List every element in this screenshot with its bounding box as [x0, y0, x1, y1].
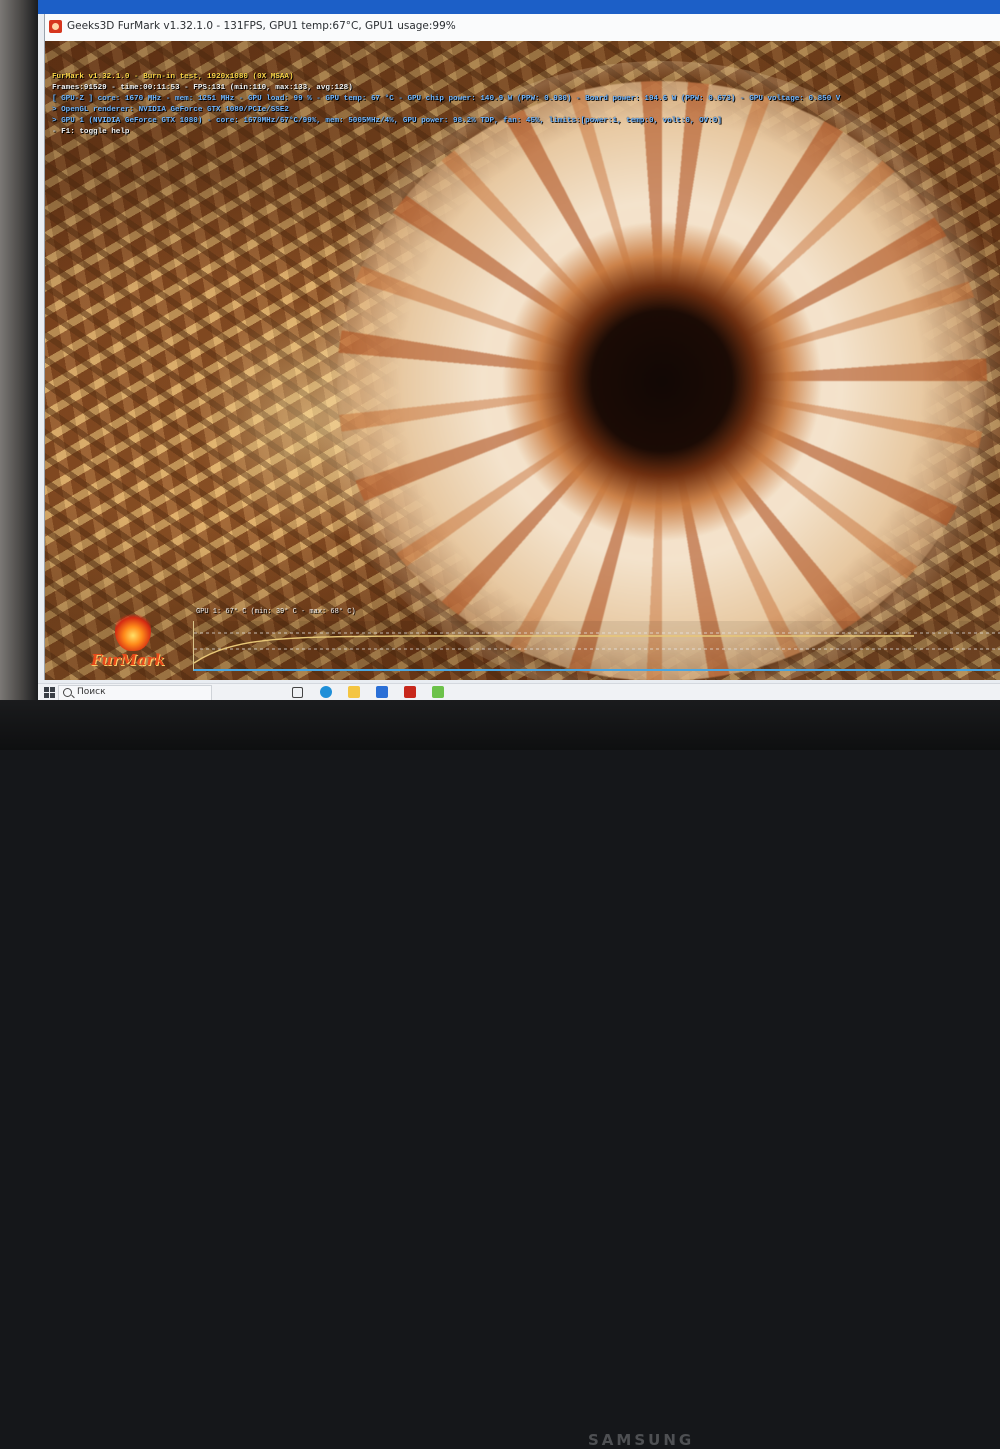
desktop-strip — [38, 0, 1000, 14]
app-icon[interactable] — [432, 686, 444, 698]
task-view-icon[interactable] — [292, 687, 303, 698]
gpu-temp-graph-svg — [194, 632, 1000, 664]
furmark-icon[interactable] — [404, 686, 416, 698]
mail-icon[interactable] — [376, 686, 388, 698]
gpu-temp-graph-label: GPU 1: 67° C (min: 39° C - max: 68° C) — [196, 608, 356, 616]
samsung-logo: SAMSUNG — [588, 1431, 695, 1449]
osd-gpuz-line: [ GPU-Z ] core: 1670 MHz - mem: 1251 MHz… — [52, 95, 841, 103]
osd-gpu1-line: > GPU 1 (NVIDIA GeForce GTX 1080) - core… — [52, 117, 722, 125]
osd-overlay: FurMark v1.32.1.0 - Burn-in test, 1920x1… — [52, 72, 840, 138]
window-title: Geeks3D FurMark v1.32.1.0 - 131FPS, GPU1… — [67, 20, 456, 32]
window-titlebar[interactable]: Geeks3D FurMark v1.32.1.0 - 131FPS, GPU1… — [45, 14, 1000, 42]
monitor-screen: Geeks3D FurMark v1.32.1.0 - 131FPS, GPU1… — [38, 0, 1000, 700]
windows-taskbar: Поиск — [38, 683, 1000, 700]
render-viewport[interactable]: FurMark v1.32.1.0 - Burn-in test, 1920x1… — [45, 41, 1000, 680]
osd-renderer-line: > OpenGL renderer: NVIDIA GeForce GTX 10… — [52, 106, 289, 114]
background-wall — [0, 0, 38, 750]
furmark-app-icon[interactable] — [49, 20, 62, 33]
furmark-window: Geeks3D FurMark v1.32.1.0 - 131FPS, GPU1… — [44, 14, 1000, 680]
furmark-logo: FurMark — [89, 607, 179, 675]
file-explorer-icon[interactable] — [348, 686, 360, 698]
monitor-bezel: SAMSUNG — [0, 700, 1000, 1449]
taskbar-search-box[interactable]: Поиск — [58, 685, 212, 700]
osd-title-line: FurMark v1.32.1.0 - Burn-in test, 1920x1… — [52, 73, 294, 81]
taskbar-search-placeholder: Поиск — [77, 687, 106, 697]
gpu-temp-graph: GPU 1: 67° C (min: 39° C - max: 68° C) — [193, 608, 1000, 671]
gpu-temp-curve — [194, 635, 914, 664]
osd-help-line: - F1: toggle help — [52, 128, 130, 136]
edge-icon[interactable] — [320, 686, 332, 698]
fur-donut-object — [337, 81, 987, 680]
start-button[interactable] — [44, 687, 55, 698]
furmark-logo-text: FurMark — [91, 651, 165, 669]
osd-frames-line: Frames:91529 - time:00:11:53 - FPS:131 (… — [52, 84, 353, 92]
flame-icon — [115, 607, 151, 651]
search-icon — [63, 688, 72, 697]
